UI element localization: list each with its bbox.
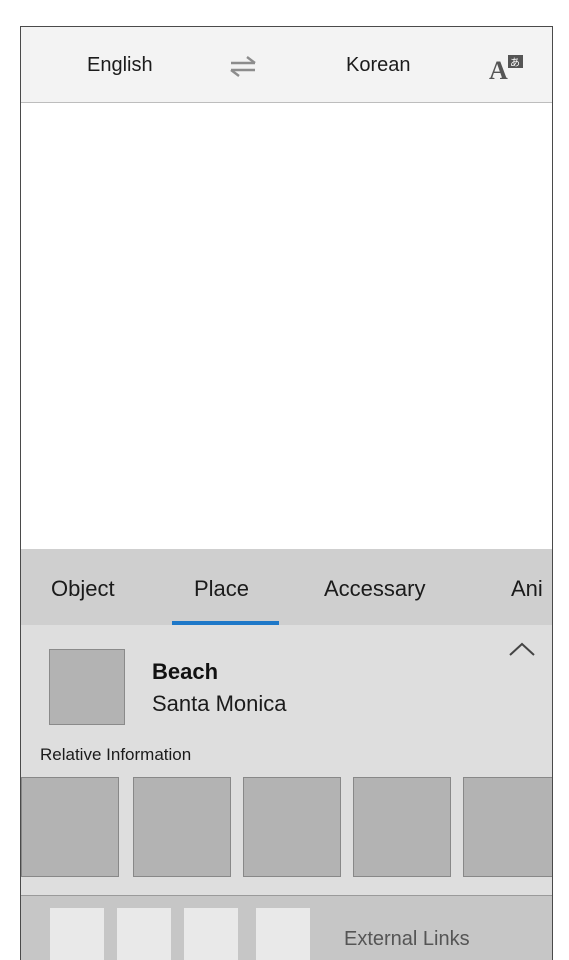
relative-thumbnail[interactable] (463, 777, 552, 877)
place-title: Beach (152, 659, 219, 684)
tab-object[interactable]: Object (51, 549, 115, 625)
relative-thumbnail[interactable] (133, 777, 231, 877)
tab-place[interactable]: Place (194, 549, 249, 625)
swap-arrows-icon[interactable] (229, 55, 257, 77)
external-links-bar: External Links (21, 895, 552, 960)
svg-text:あ: あ (510, 57, 520, 69)
category-tabs: Object Place Accessary Ani (21, 549, 552, 625)
source-language-selector[interactable]: English (87, 27, 153, 103)
external-link-thumbnail[interactable] (50, 908, 104, 960)
relative-information-label: Relative Information (40, 745, 192, 764)
svg-text:A: A (489, 56, 508, 81)
relative-thumbnail[interactable] (353, 777, 451, 877)
place-subtitle: Santa Monica (152, 691, 287, 716)
camera-preview-area[interactable] (21, 103, 552, 549)
relative-information-row (21, 777, 552, 877)
result-panel: Beach Santa Monica Relative Information (21, 625, 552, 895)
external-link-thumbnail[interactable] (117, 908, 171, 960)
place-thumbnail[interactable] (49, 649, 125, 725)
chevron-up-icon[interactable] (507, 639, 537, 659)
external-links-label[interactable]: External Links (344, 928, 470, 951)
relative-thumbnail[interactable] (243, 777, 341, 877)
tab-animal[interactable]: Ani (511, 549, 543, 625)
translate-font-icon[interactable]: A あ (489, 53, 525, 81)
tab-accessary[interactable]: Accessary (324, 549, 425, 625)
language-bar: English Korean A あ (21, 27, 552, 103)
external-link-thumbnail[interactable] (256, 908, 310, 960)
external-link-thumbnail[interactable] (184, 908, 238, 960)
relative-thumbnail[interactable] (21, 777, 119, 877)
app-window: English Korean A あ Object Place Accessar… (20, 26, 553, 960)
target-language-selector[interactable]: Korean (346, 27, 411, 103)
